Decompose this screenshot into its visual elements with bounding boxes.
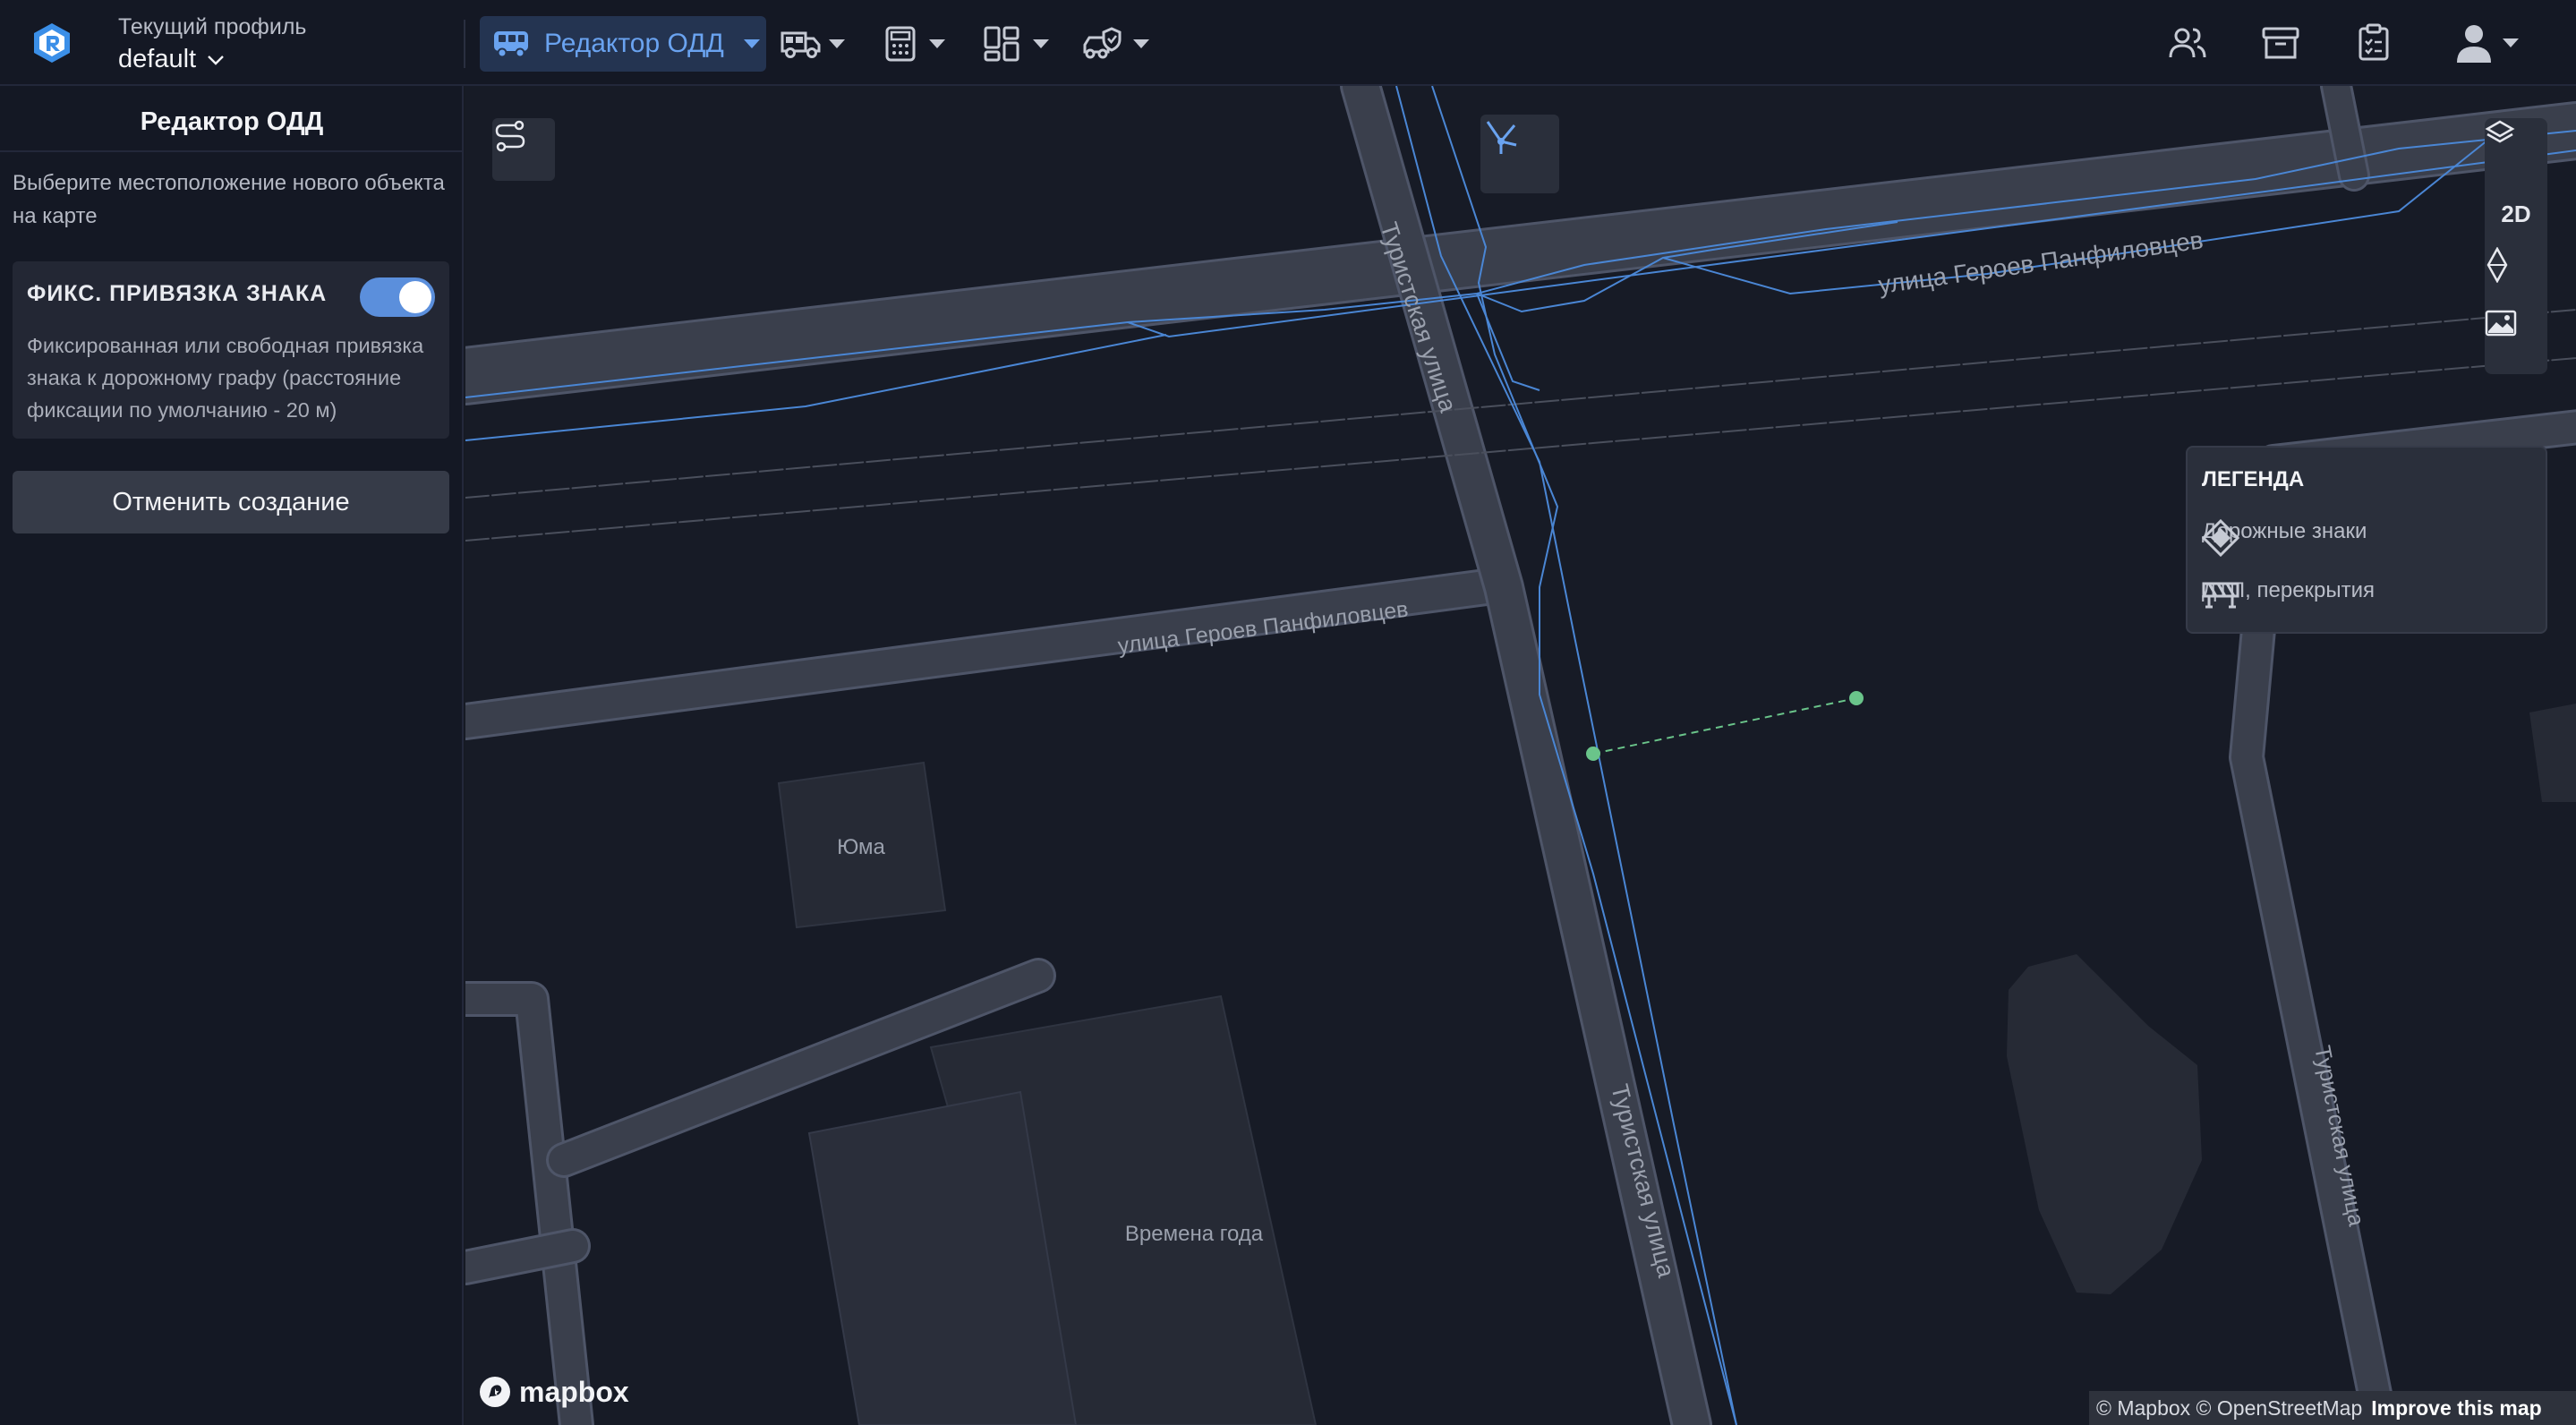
- caret-down-icon: [929, 39, 945, 48]
- caret-down-icon: [1133, 39, 1149, 48]
- image-icon: [2485, 310, 2517, 337]
- transport-menu[interactable]: [780, 16, 845, 72]
- chevron-down-icon: [208, 55, 224, 65]
- cancel-creation-button[interactable]: Отменить создание: [13, 471, 449, 533]
- sidebar-hint: Выберите местоположение нового объекта н…: [13, 171, 445, 228]
- user-avatar-icon: [2457, 25, 2491, 63]
- caret-down-icon: [2503, 38, 2519, 47]
- truck-icon: [780, 31, 821, 58]
- legend-item: Дорожные знаки: [2202, 519, 2367, 557]
- improve-map-link[interactable]: Improve this map: [2371, 1396, 2541, 1421]
- attribution-text: © Mapbox © OpenStreetMap: [2096, 1395, 2363, 1420]
- users-icon[interactable]: [2166, 21, 2209, 64]
- caret-down-icon: [829, 39, 845, 48]
- building-edge: [2529, 704, 2576, 802]
- mapbox-logo[interactable]: mapbox: [478, 1375, 629, 1409]
- fixed-binding-toggle[interactable]: [360, 277, 435, 317]
- compass-button[interactable]: [2485, 247, 2547, 310]
- legend-title: ЛЕГЕНДА: [2202, 467, 2305, 491]
- profile-value: default: [118, 45, 197, 73]
- mapbox-logo-icon: [480, 1377, 510, 1407]
- fixed-binding-title: ФИКС. ПРИВЯЗКА ЗНАКА: [27, 281, 328, 306]
- map-controls-panel: 2D: [2485, 118, 2547, 374]
- fixed-binding-card: ФИКС. ПРИВЯЗКА ЗНАКА Фиксированная или с…: [13, 261, 449, 439]
- car-shield-icon: [1083, 27, 1122, 59]
- sidebar-divider: [0, 150, 464, 152]
- active-tool-label: Редактор ОДД: [544, 29, 724, 58]
- header-divider: [464, 20, 465, 68]
- clipboard-icon[interactable]: [2352, 21, 2395, 64]
- image-layer-button[interactable]: [2485, 310, 2547, 372]
- profile-selector[interactable]: default: [118, 45, 225, 74]
- app-logo-icon[interactable]: [30, 21, 73, 64]
- pending-sign-connector: [1592, 697, 1857, 755]
- car-safety-menu[interactable]: [1081, 16, 1149, 72]
- profile-label: Текущий профиль: [118, 14, 307, 39]
- map-legend: ЛЕГЕНДА Дорожные знаки ДТП, перекрытия: [2186, 446, 2547, 634]
- view-2d-button[interactable]: 2D: [2485, 183, 2547, 245]
- legend-item: ДТП, перекрытия: [2202, 578, 2375, 609]
- caret-down-icon: [743, 39, 760, 48]
- mapbox-logo-text: mapbox: [519, 1375, 629, 1408]
- caret-down-icon: [1033, 39, 1049, 48]
- compass-icon: [2486, 247, 2508, 283]
- building-label-vremena: Времена года: [1125, 1222, 1264, 1246]
- archive-icon[interactable]: [2259, 21, 2302, 64]
- route-tool-button[interactable]: [492, 118, 555, 181]
- layers-icon: [2485, 120, 2515, 143]
- route-icon: [495, 120, 525, 152]
- bus-icon: [494, 31, 528, 58]
- sidebar-title: Редактор ОДД: [140, 107, 324, 136]
- graph-node-tool-button[interactable]: [1480, 115, 1559, 193]
- map-canvas[interactable]: улица Героев Панфиловцев улица Героев Па…: [465, 86, 2576, 1425]
- top-bar: Текущий профиль default Редактор ОДД: [0, 0, 2576, 86]
- toggle-knob: [399, 281, 431, 313]
- building-label-yuma: Юма: [837, 835, 885, 859]
- sign-anchor-point[interactable]: [1586, 747, 1600, 761]
- odd-editor-tool-button[interactable]: Редактор ОДД: [480, 16, 766, 72]
- map-attribution: © Mapbox © OpenStreetMap Improve this ma…: [2089, 1391, 2576, 1425]
- dashboard-icon: [984, 26, 1019, 62]
- dashboard-menu[interactable]: [983, 16, 1049, 72]
- map-layer: улица Героев Панфиловцев улица Героев Па…: [465, 86, 2576, 1425]
- water-area: [2007, 954, 2202, 1294]
- roadblock-icon: [2202, 582, 2239, 609]
- calculator-icon: [885, 26, 916, 62]
- calculator-menu[interactable]: [884, 16, 945, 72]
- user-menu[interactable]: [2454, 21, 2519, 64]
- fixed-binding-description: Фиксированная или свободная привязка зна…: [27, 334, 424, 422]
- road-network: [465, 86, 2576, 1425]
- road-sign-diamond-icon: [2202, 519, 2239, 557]
- sidebar: Редактор ОДД Выберите местоположение нов…: [0, 86, 464, 1425]
- layers-button[interactable]: [2485, 118, 2547, 181]
- graph-node-icon: [1486, 121, 1517, 154]
- sign-placement-point[interactable]: [1849, 691, 1864, 705]
